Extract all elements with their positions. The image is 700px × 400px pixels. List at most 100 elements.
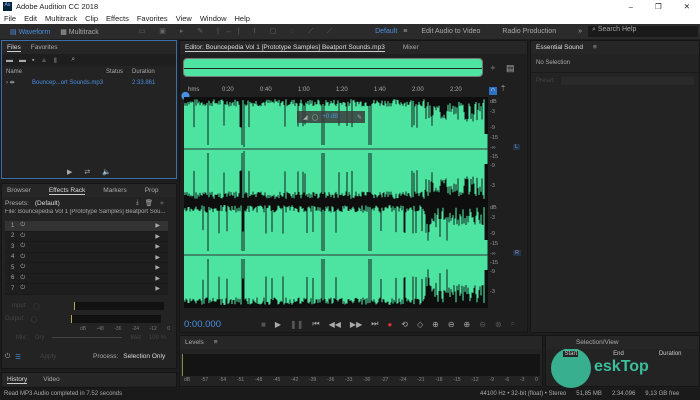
zoom-in-time-icon[interactable]: ⊕ bbox=[464, 320, 471, 329]
zoom-selection-icon[interactable]: ⌕ bbox=[511, 319, 515, 329]
pin-icon[interactable]: ⍑ bbox=[501, 86, 505, 94]
workspace-menu-icon[interactable]: ≡ bbox=[403, 28, 407, 35]
tool-icons[interactable]: ▭ ▣ ▸ ✎ |↔| I ▢ ◌ ⟋ ⟋ bbox=[139, 27, 338, 36]
insert-icon[interactable]: ▲ bbox=[40, 57, 47, 64]
output-knob-icon[interactable]: ◯ bbox=[31, 316, 38, 323]
channel-badge-l[interactable]: L bbox=[513, 144, 521, 150]
tab-video[interactable]: Video bbox=[43, 376, 60, 383]
tab-effects-rack[interactable]: Effects Rack bbox=[48, 187, 86, 195]
menu-clip[interactable]: Clip bbox=[85, 14, 98, 23]
menu-edit[interactable]: Edit bbox=[24, 14, 37, 23]
slot-power-icon[interactable]: ⏻ bbox=[20, 243, 25, 250]
favorite-star-icon[interactable]: ★ bbox=[159, 199, 165, 207]
slot-power-icon[interactable]: ⏻ bbox=[20, 233, 25, 240]
save-preset-icon[interactable]: ⤓ bbox=[136, 199, 139, 207]
slot-arrow-icon[interactable]: ▶ bbox=[155, 254, 160, 261]
zoom-full-icon[interactable]: ⊗ bbox=[495, 320, 502, 329]
timeline-ruler[interactable]: hms 0:20 0:40 1:00 1:20 1:40 2:00 2:20 bbox=[184, 87, 488, 97]
tab-properties[interactable]: Prop bbox=[145, 187, 159, 194]
hud-pin-icon[interactable]: ✎ bbox=[357, 114, 362, 121]
slot-arrow-icon[interactable]: ▶ bbox=[155, 222, 160, 229]
col-duration[interactable]: Duration bbox=[132, 69, 155, 75]
presets-select[interactable]: (Default) bbox=[35, 200, 130, 207]
search-help-input[interactable]: ⌕ Search Help bbox=[588, 26, 698, 37]
tab-favorites[interactable]: Favorites bbox=[31, 44, 58, 51]
overview-bar[interactable] bbox=[183, 58, 483, 77]
loop-icon[interactable]: ⇄ bbox=[84, 168, 90, 176]
tab-mixer[interactable]: Mixer bbox=[403, 44, 419, 51]
effect-slot[interactable]: 1 ⏻ ▶ bbox=[5, 221, 168, 232]
go-to-start-button[interactable]: ⏮ bbox=[312, 319, 319, 329]
record-button[interactable]: ● bbox=[387, 320, 392, 329]
col-status[interactable]: Status bbox=[106, 69, 132, 75]
slot-power-icon[interactable]: ⏻ bbox=[20, 275, 25, 282]
delete-preset-icon[interactable]: 🗑 bbox=[145, 199, 153, 207]
rewind-button[interactable]: ◀◀ bbox=[329, 320, 341, 329]
menu-file[interactable]: File bbox=[4, 14, 16, 23]
delete-icon[interactable]: ▮ bbox=[53, 56, 57, 64]
tab-files[interactable]: Files bbox=[7, 44, 21, 52]
waveform-display[interactable] bbox=[184, 97, 488, 308]
hud-gain[interactable]: ◢ ◯ +0 dB ✎ bbox=[297, 111, 365, 123]
input-knob-icon[interactable]: ◯ bbox=[33, 303, 40, 310]
tab-selection-view[interactable]: Selection/View bbox=[576, 339, 619, 346]
zoom-star-icon[interactable]: ✦ bbox=[489, 63, 497, 74]
tab-levels[interactable]: Levels bbox=[185, 339, 204, 346]
tab-markers[interactable]: Markers bbox=[103, 187, 126, 194]
expand-icon[interactable]: › ⇼ bbox=[6, 79, 32, 86]
tab-editor[interactable]: Editor: Bouncepedia Vol 1 [Prototype Sam… bbox=[185, 44, 385, 52]
rack-list-icon[interactable]: ☰ bbox=[15, 353, 21, 361]
file-row[interactable]: › ⇼ Bouncep...ort Sounds.mp3 2:33.861 bbox=[2, 77, 176, 88]
slot-power-icon[interactable]: ⏻ bbox=[20, 254, 25, 261]
slot-power-icon[interactable]: ⏻ bbox=[20, 285, 25, 292]
workspace-radio[interactable]: Radio Production bbox=[502, 28, 556, 35]
tab-essential-sound[interactable]: Essential Sound bbox=[536, 44, 583, 51]
new-file-icon[interactable]: ▪ bbox=[32, 57, 34, 64]
tab-history[interactable]: History bbox=[7, 376, 28, 384]
import-icon[interactable]: ▬ bbox=[19, 57, 26, 64]
effect-slot[interactable]: 5 ⏻ ▶ bbox=[5, 263, 168, 274]
close-button[interactable]: ✕ bbox=[684, 2, 690, 11]
slot-arrow-icon[interactable]: ▶ bbox=[155, 275, 160, 282]
effect-slot[interactable]: 3 ⏻ ▶ bbox=[5, 242, 168, 253]
multitrack-button[interactable]: ▦ Multitrack bbox=[60, 28, 99, 36]
slot-arrow-icon[interactable]: ▶ bbox=[155, 233, 160, 240]
mix-slider[interactable] bbox=[52, 337, 123, 338]
effect-slot[interactable]: 2 ⏻ ▶ bbox=[5, 231, 168, 242]
workspace-default[interactable]: Default bbox=[375, 28, 397, 35]
zoom-out-time-icon[interactable]: ⊖ bbox=[479, 320, 486, 329]
menu-window[interactable]: Window bbox=[200, 14, 227, 23]
slot-power-icon[interactable]: ⏻ bbox=[20, 222, 25, 229]
waveform-button[interactable]: ▤ Waveform bbox=[10, 28, 50, 36]
maximize-button[interactable]: ❐ bbox=[655, 2, 662, 11]
slot-arrow-icon[interactable]: ▶ bbox=[155, 243, 160, 250]
open-folder-icon[interactable]: ▬ bbox=[6, 57, 13, 64]
apply-button[interactable]: Apply bbox=[26, 353, 76, 360]
slot-arrow-icon[interactable]: ▶ bbox=[155, 264, 160, 271]
tab-browser[interactable]: Browser bbox=[7, 187, 31, 194]
workspace-edit-audio-video[interactable]: Edit Audio to Video bbox=[421, 28, 480, 35]
menu-view[interactable]: View bbox=[176, 14, 192, 23]
power-icon[interactable]: ⏻ bbox=[5, 353, 10, 361]
process-select[interactable]: Selection Only bbox=[123, 353, 175, 360]
col-name[interactable]: Name bbox=[6, 69, 106, 75]
zoom-out-amplitude-icon[interactable]: ⊖ bbox=[448, 320, 455, 329]
slot-arrow-icon[interactable]: ▶ bbox=[155, 285, 160, 292]
skip-selection-button[interactable]: ◇ bbox=[417, 320, 423, 329]
menu-effects[interactable]: Effects bbox=[106, 14, 129, 23]
volume-icon[interactable]: 🔈 bbox=[102, 168, 111, 176]
fast-forward-button[interactable]: ▶▶ bbox=[350, 320, 362, 329]
preset-select[interactable] bbox=[561, 77, 694, 85]
menu-multitrack[interactable]: Multitrack bbox=[45, 14, 77, 23]
search-files-icon[interactable]: ⌕ bbox=[71, 56, 75, 64]
minimize-button[interactable]: – bbox=[629, 2, 633, 11]
overview-menu-icon[interactable]: ▤ bbox=[506, 63, 515, 74]
slot-power-icon[interactable]: ⏻ bbox=[20, 264, 25, 271]
levels-menu-icon[interactable]: ≡ bbox=[214, 339, 218, 346]
channel-badge-r[interactable]: R bbox=[513, 250, 521, 256]
panel-menu-icon[interactable]: ≡ bbox=[593, 44, 597, 51]
zoom-in-amplitude-icon[interactable]: ⊕ bbox=[432, 320, 439, 329]
pause-button[interactable]: ❚❚ bbox=[290, 320, 303, 329]
effect-slot[interactable]: 6 ⏻ ▶ bbox=[5, 273, 168, 284]
snap-icon[interactable]: ∩ bbox=[489, 87, 497, 95]
